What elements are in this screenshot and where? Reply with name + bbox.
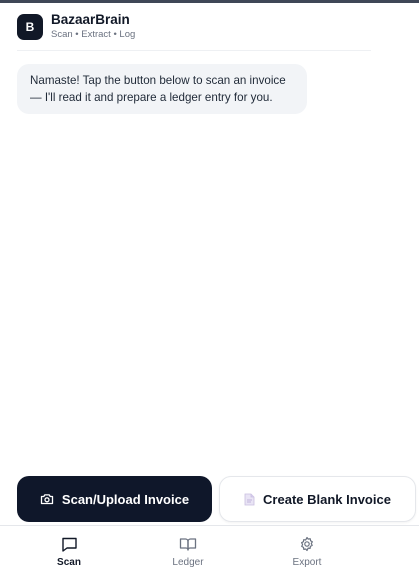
top-strip: [0, 0, 419, 3]
action-bar: Scan/Upload Invoice Create Blank Invoice: [17, 476, 416, 522]
nav-label-export: Export: [292, 557, 322, 568]
camera-icon: [40, 493, 54, 505]
document-icon: [244, 493, 255, 506]
nav-label-ledger: Ledger: [172, 557, 204, 568]
chat-icon: [61, 534, 78, 554]
app-header: B BazaarBrain Scan • Extract • Log: [17, 12, 135, 41]
nav-label-scan: Scan: [57, 557, 81, 568]
create-blank-invoice-button[interactable]: Create Blank Invoice: [219, 476, 416, 522]
scan-upload-invoice-button[interactable]: Scan/Upload Invoice: [17, 476, 212, 522]
header-divider: [17, 50, 371, 51]
bottom-nav: Scan Ledger Export: [0, 525, 419, 573]
book-icon: [179, 534, 197, 554]
create-blank-invoice-label: Create Blank Invoice: [263, 491, 391, 507]
app-subtitle: Scan • Extract • Log: [51, 29, 136, 40]
assistant-message: Namaste! Tap the button below to scan an…: [17, 64, 307, 114]
app-title: BazaarBrain: [51, 12, 130, 27]
gear-icon: [299, 534, 315, 554]
header-titles: BazaarBrain Scan • Extract • Log: [51, 12, 135, 41]
scan-upload-invoice-label: Scan/Upload Invoice: [61, 491, 190, 507]
nav-item-ledger[interactable]: Ledger: [153, 534, 223, 568]
app-logo: B: [17, 13, 43, 40]
nav-item-export[interactable]: Export: [272, 534, 342, 568]
nav-item-scan[interactable]: Scan: [34, 534, 104, 568]
